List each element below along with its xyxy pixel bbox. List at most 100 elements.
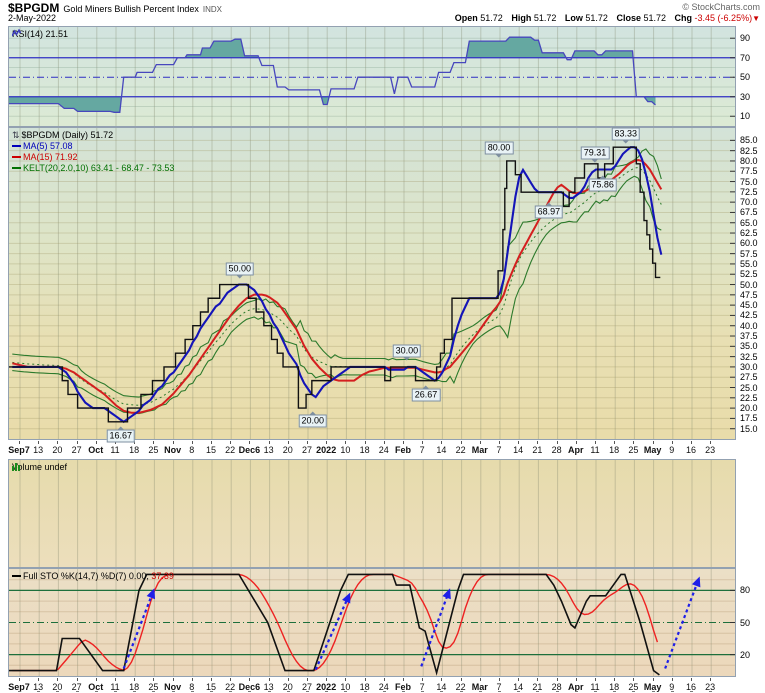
x-axis-tick: [403, 678, 404, 681]
y-axis-label: 22.5: [740, 394, 758, 403]
stoch-label: Full STO %K(14,7) %D(7) 0.00,: [23, 571, 151, 581]
x-axis-tick: [422, 441, 423, 444]
y-axis-label: 35.0: [740, 342, 758, 351]
x-axis-minor-tick: [248, 691, 251, 692]
volume-legend: Volume undef: [12, 462, 67, 473]
x-axis-minor-tick: [709, 691, 712, 692]
x-axis-label: 20: [52, 445, 62, 455]
x-axis-minor-tick: [114, 691, 117, 692]
panel-canvas: [9, 460, 735, 567]
trend-arrow: [124, 588, 155, 668]
y-axis-label: 72.5: [740, 188, 758, 197]
x-axis-tick: [173, 678, 174, 681]
y-axis-label: 80.0: [740, 157, 758, 166]
y-axis-label: 60.0: [740, 239, 758, 248]
x-axis-minor-tick: [536, 691, 539, 692]
x-axis-tick: [96, 678, 97, 681]
x-axis-label: 27: [302, 445, 312, 455]
overlay-legend: MA(5) 57.08MA(15) 71.92KELT(20,2.0,10) 6…: [12, 141, 174, 174]
x-axis-tick: [192, 441, 193, 444]
rsi-indicator-icon: [12, 29, 21, 38]
x-axis-tick: [19, 441, 20, 444]
x-axis-tick: [77, 678, 78, 681]
x-axis-minor-tick: [613, 691, 616, 692]
legend-label: MA(15) 71.92: [23, 152, 78, 162]
y-axis-label: 85.0: [740, 136, 758, 145]
stochastic-panel: Full STO %K(14,7) %D(7) 0.00, 37.39: [8, 568, 736, 677]
overlay-legend-item: KELT(20,2.0,10) 63.41 - 68.47 - 73.53: [12, 163, 174, 174]
x-axis-tick: [345, 678, 346, 681]
y-axis-label: 50: [740, 73, 750, 82]
x-axis-minor-tick: [306, 691, 309, 692]
y-axis-label: 47.5: [740, 291, 758, 300]
x-axis-tick: [269, 441, 270, 444]
stockcharts-sharpchart: $BPGDMGold Miners Bullish Percent IndexI…: [0, 0, 765, 693]
x-axis-label: Feb: [395, 445, 411, 455]
x-axis-tick: [77, 441, 78, 444]
trend-arrow-shaft: [124, 594, 153, 669]
y-axis-label: 30.0: [740, 363, 758, 372]
x-axis-minor-tick: [632, 691, 635, 692]
x-axis-tick: [461, 678, 462, 681]
x-axis-minor-tick: [133, 691, 136, 692]
price-annotation: 50.00: [226, 263, 255, 276]
y-axis-label: 10: [740, 112, 750, 121]
x-axis-tick: [269, 678, 270, 681]
x-axis-label: 22: [225, 445, 235, 455]
price-title: $BPGDM (Daily) 51.72: [22, 130, 114, 140]
y-axis-label: 20.0: [740, 404, 758, 413]
copyright: © StockCharts.com: [682, 2, 760, 12]
y-axis-label: 90: [740, 34, 750, 43]
x-axis-label: 13: [33, 445, 43, 455]
stoch-swatch: [12, 575, 21, 577]
high-label: High: [511, 13, 531, 23]
trend-arrow-shaft: [421, 594, 448, 666]
x-axis-label: 15: [206, 445, 216, 455]
price-style-icon: ⇅: [12, 130, 20, 140]
x-axis-tick: [153, 678, 154, 681]
x-axis-tick: [326, 441, 327, 444]
x-axis-minor-tick: [460, 691, 463, 692]
low-value: 51.72: [585, 13, 608, 23]
y-axis-label: 42.5: [740, 311, 758, 320]
x-axis-label: 16: [686, 445, 696, 455]
x-axis-minor-tick: [152, 691, 155, 692]
x-axis-tick: [288, 678, 289, 681]
rsi-panel: RSI(14) 21.51: [8, 26, 736, 127]
y-axis-label: 57.5: [740, 250, 758, 259]
x-axis-tick: [365, 678, 366, 681]
legend-swatch: [12, 145, 21, 147]
overlay-legend-item: MA(5) 57.08: [12, 141, 174, 152]
x-axis-label: 9: [669, 445, 674, 455]
x-axis-label: 11: [590, 445, 599, 455]
x-axis-tick: [710, 441, 711, 444]
y-axis-label: 82.5: [740, 147, 758, 156]
chart-date: 2-May-2022: [8, 13, 56, 23]
y-axis-label: 70: [740, 54, 750, 63]
x-axis-minor-tick: [690, 691, 693, 692]
x-axis-minor-tick: [421, 691, 424, 692]
x-axis-minor-tick: [517, 691, 520, 692]
y-axis-label: 17.5: [740, 414, 758, 423]
x-axis-tick: [422, 678, 423, 681]
x-axis-label: Oct: [88, 445, 103, 455]
x-axis-label: 7: [420, 445, 425, 455]
x-axis-tick: [134, 678, 135, 681]
x-axis-label: 7: [496, 445, 501, 455]
trend-arrow-shaft: [316, 598, 348, 670]
x-axis-tick: [672, 441, 673, 444]
stochastic-legend: Full STO %K(14,7) %D(7) 0.00, 37.39: [12, 571, 174, 582]
trend-arrow: [316, 593, 351, 670]
x-axis-minor-tick: [383, 691, 386, 692]
price-legend: ⇅$BPGDM (Daily) 51.72 MA(5) 57.08MA(15) …: [12, 130, 174, 174]
x-axis-tick: [403, 441, 404, 444]
y-axis-label: 37.5: [740, 332, 758, 341]
x-axis-minor-tick: [479, 691, 482, 692]
x-axis-tick: [38, 441, 39, 444]
chg-down-triangle-icon[interactable]: ▼: [752, 14, 760, 23]
x-axis-tick: [249, 441, 250, 444]
x-axis-tick: [557, 678, 558, 681]
x-axis-minor-tick: [594, 691, 597, 692]
x-axis-tick: [288, 441, 289, 444]
x-axis-minor-tick: [95, 691, 98, 692]
